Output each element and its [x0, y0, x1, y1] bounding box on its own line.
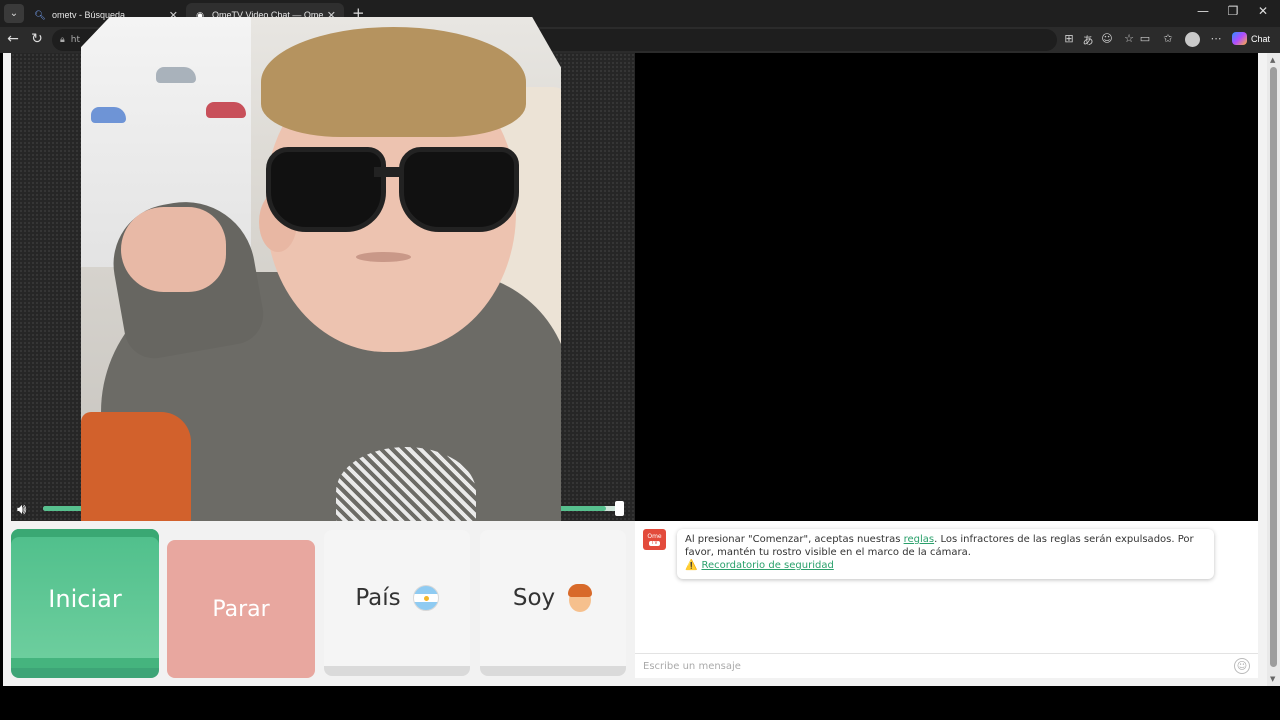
chat-button-label: Chat	[1251, 33, 1271, 44]
scroll-down-icon[interactable]: ▼	[1270, 675, 1275, 683]
photo-shoe	[91, 107, 126, 123]
logo-text-bottom: TV	[649, 539, 660, 546]
lock-icon: 🔒︎	[60, 35, 65, 45]
gender-button-label: Soy	[512, 585, 556, 611]
photo-fist	[121, 207, 226, 292]
minimize-button[interactable]: —	[1188, 4, 1218, 18]
photo-hair	[261, 27, 526, 137]
translate-icon[interactable]: あ	[1081, 32, 1095, 48]
extension-icon[interactable]: ☺	[1100, 32, 1114, 45]
stop-button[interactable]: Parar	[167, 540, 315, 678]
message-input-area: ☺	[635, 653, 1258, 679]
camera-in-use-icon[interactable]: ▭	[1138, 32, 1152, 45]
copilot-icon	[1232, 32, 1247, 45]
scroll-thumb[interactable]	[1270, 67, 1277, 667]
photo-sunglasses-lens	[266, 147, 386, 232]
photo-sunglasses-lens	[399, 147, 519, 232]
message-input[interactable]	[635, 654, 1215, 679]
boy-icon	[567, 584, 593, 612]
rules-notice: Al presionar "Comenzar", aceptas nuestra…	[677, 529, 1214, 579]
page-scrollbar[interactable]: ▲ ▼	[1267, 53, 1280, 686]
app-available-icon[interactable]: ⊞	[1062, 32, 1076, 45]
photo-mouth	[356, 252, 411, 262]
start-button[interactable]: Iniciar	[11, 529, 159, 678]
maximize-button[interactable]: ❐	[1218, 4, 1248, 18]
ometv-logo-icon: Ome TV	[643, 529, 666, 550]
scroll-up-icon[interactable]: ▲	[1270, 56, 1275, 64]
warning-icon: ⚠️	[685, 560, 698, 571]
country-selector-button[interactable]: País	[324, 530, 470, 676]
url-text: ht	[70, 35, 81, 45]
profile-avatar[interactable]	[1185, 32, 1200, 47]
photo-shoe	[156, 67, 196, 83]
stop-button-label: Parar	[212, 596, 270, 622]
notice-text-start: Al presionar "Comenzar", aceptas nuestra…	[685, 534, 904, 545]
more-menu-icon[interactable]: ⋯	[1209, 32, 1223, 45]
favorites-icon[interactable]: ✩	[1161, 32, 1175, 45]
photo-sunglasses-bridge	[374, 167, 404, 177]
local-camera-video	[635, 53, 1258, 521]
safety-reminder-link[interactable]: Recordatorio de seguridad	[701, 560, 833, 571]
country-button-label: País	[355, 585, 401, 611]
logo-text-top: Ome	[647, 532, 662, 540]
speaker-icon[interactable]: 🔊︎	[17, 500, 26, 518]
reload-icon[interactable]: ↻	[28, 31, 46, 47]
favorite-star-icon[interactable]: ☆	[1122, 32, 1136, 45]
argentina-flag-icon	[412, 585, 439, 611]
volume-slider-thumb[interactable]	[615, 501, 624, 516]
back-arrow-icon[interactable]: ←	[4, 31, 22, 47]
start-button-label: Iniciar	[48, 584, 122, 613]
emoji-icon[interactable]: ☺	[1234, 658, 1250, 674]
photo-shoe	[206, 102, 246, 118]
gender-selector-button[interactable]: Soy	[480, 530, 626, 676]
tab-actions-menu-button[interactable]: ⌄	[4, 4, 24, 23]
photo-orange-cushion	[81, 412, 191, 521]
search-icon: 🔍︎	[34, 9, 46, 20]
rules-link[interactable]: reglas	[904, 534, 935, 545]
close-window-button[interactable]: ✕	[1248, 4, 1278, 18]
copilot-chat-button[interactable]: Chat	[1232, 32, 1270, 45]
overlay-photo	[81, 17, 561, 521]
